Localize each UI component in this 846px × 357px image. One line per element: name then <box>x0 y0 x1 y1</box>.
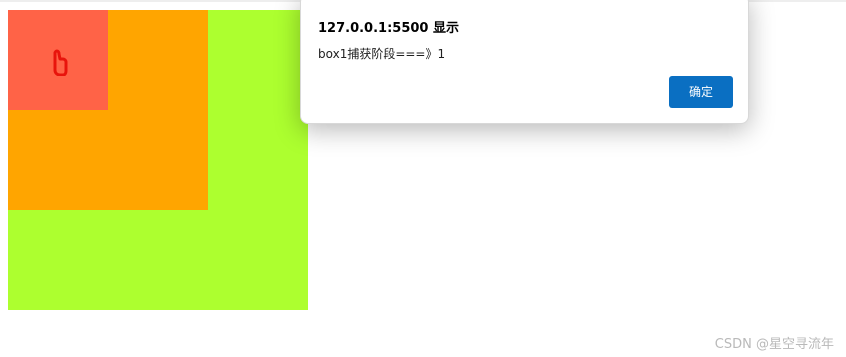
dialog-title: 127.0.0.1:5500 显示 <box>318 21 459 36</box>
dialog-message: box1捕获阶段===》1 <box>318 47 446 61</box>
box2[interactable] <box>8 10 208 210</box>
watermark: CSDN @星空寻流年 <box>714 337 834 352</box>
hand-pointer-icon <box>48 46 68 77</box>
alert-dialog: 127.0.0.1:5500 显示 box1捕获阶段===》1 确定 <box>300 0 749 124</box>
box3[interactable] <box>8 10 108 110</box>
ok-button[interactable]: 确定 <box>669 76 733 108</box>
box1[interactable] <box>8 10 308 310</box>
